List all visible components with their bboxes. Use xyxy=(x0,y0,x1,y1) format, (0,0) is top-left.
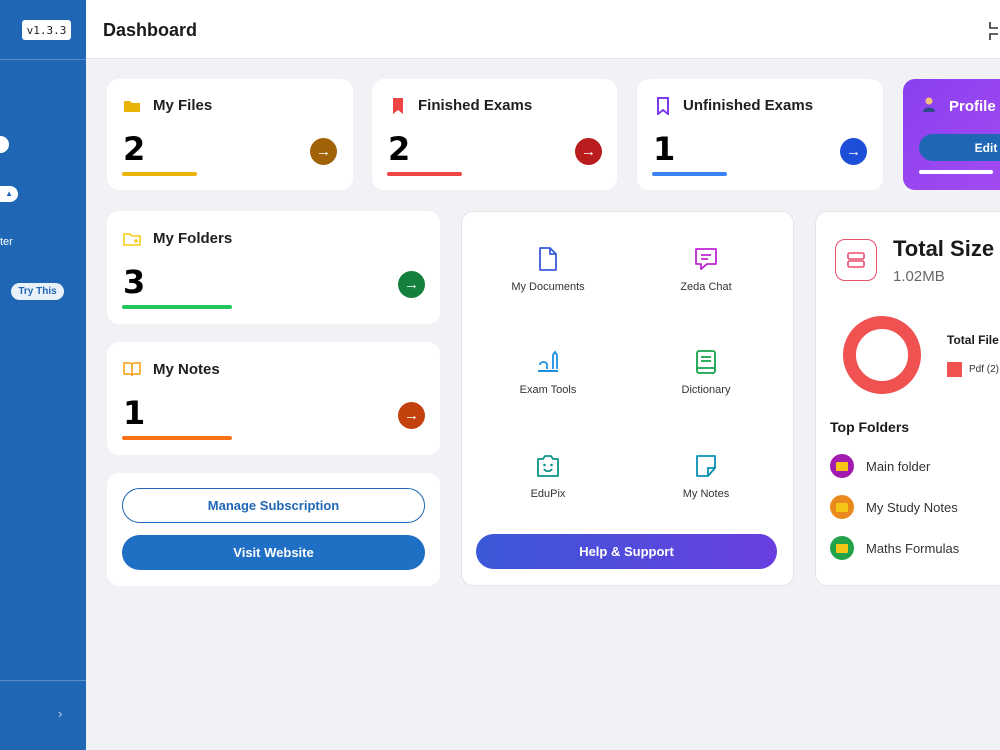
visit-website-button[interactable]: Visit Website xyxy=(122,535,425,570)
sidebar-item-label[interactable]: ter xyxy=(0,236,13,248)
profile-title: Profile xyxy=(949,98,996,115)
card-title: My Folders xyxy=(153,230,233,247)
person-icon xyxy=(921,96,937,116)
top-folders-title: Top Folders xyxy=(830,419,910,435)
sidebar-pill-button[interactable]: ▲ xyxy=(0,186,18,202)
legend-swatch xyxy=(947,362,962,377)
tool-zeda-chat[interactable]: Zeda Chat xyxy=(646,246,766,293)
manage-subscription-button[interactable]: Manage Subscription xyxy=(122,488,425,523)
help-support-button[interactable]: Help & Support xyxy=(476,534,777,569)
tool-label: EduPix xyxy=(530,488,566,500)
my-folders-card[interactable]: My Folders 3 → xyxy=(107,211,440,324)
finished-exams-card[interactable]: Finished Exams 2 → xyxy=(372,79,617,190)
folder-name: Maths Formulas xyxy=(866,540,960,556)
sidebar-divider xyxy=(0,680,86,681)
folder-name: Main folder xyxy=(866,458,931,474)
note-icon xyxy=(696,455,716,477)
total-size-title: Total Size xyxy=(893,236,995,261)
header: Dashboard xyxy=(86,0,1000,59)
card-value: 1 xyxy=(123,394,146,432)
arrow-right-icon[interactable]: → xyxy=(575,138,602,165)
page-title: Dashboard xyxy=(103,20,198,40)
document-icon xyxy=(539,247,557,271)
folder-row[interactable]: Maths Formulas xyxy=(830,536,959,560)
card-underline xyxy=(122,305,232,309)
card-title: Unfinished Exams xyxy=(683,97,814,114)
arrow-right-icon[interactable]: → xyxy=(840,138,867,165)
tool-my-documents[interactable]: My Documents xyxy=(488,246,608,293)
try-this-badge[interactable]: Try This xyxy=(11,283,64,300)
sidebar-divider xyxy=(0,59,86,60)
folder-icon xyxy=(830,495,854,519)
card-underline xyxy=(919,170,993,174)
storage-icon xyxy=(835,239,877,281)
folder-plus-icon xyxy=(123,233,141,246)
tool-my-notes[interactable]: My Notes xyxy=(646,453,766,500)
version-badge: v1.3.3 xyxy=(22,20,71,40)
arrow-right-icon[interactable]: → xyxy=(398,271,425,298)
card-underline xyxy=(122,172,197,176)
tool-label: My Documents xyxy=(511,281,585,293)
card-underline xyxy=(652,172,727,176)
card-value: 3 xyxy=(123,263,146,301)
tool-label: Exam Tools xyxy=(519,384,577,396)
card-value: 2 xyxy=(388,130,411,168)
sidebar-toggle[interactable] xyxy=(0,136,9,153)
profile-card[interactable]: Profile Edit xyxy=(903,79,1000,190)
storage-donut-chart xyxy=(843,316,921,394)
unfinished-exams-card[interactable]: Unfinished Exams 1 → xyxy=(637,79,883,190)
card-title: My Files xyxy=(153,97,213,114)
book-open-icon xyxy=(123,362,141,377)
total-size-value: 1.02MB xyxy=(893,268,945,285)
folder-row[interactable]: Main folder xyxy=(830,454,930,478)
card-title: My Notes xyxy=(153,361,220,378)
card-value: 1 xyxy=(653,130,676,168)
legend-label: Pdf (2) xyxy=(969,364,1000,375)
tool-label: Dictionary xyxy=(681,384,731,396)
arrow-right-icon[interactable]: → xyxy=(310,138,337,165)
folder-row[interactable]: My Study Notes xyxy=(830,495,958,519)
folder-name: My Study Notes xyxy=(866,499,958,515)
bookmark-icon xyxy=(393,98,403,114)
tool-label: My Notes xyxy=(682,488,730,500)
tool-edupix[interactable]: EduPix xyxy=(488,453,608,500)
card-underline xyxy=(122,436,232,440)
chat-icon xyxy=(695,248,717,270)
folder-icon xyxy=(124,101,140,112)
folder-icon xyxy=(830,536,854,560)
my-files-card[interactable]: My Files 2 → xyxy=(107,79,353,190)
my-notes-card[interactable]: My Notes 1 → xyxy=(107,342,440,455)
arrow-right-icon[interactable]: → xyxy=(398,402,425,429)
tool-exam-tools[interactable]: Exam Tools xyxy=(488,349,608,396)
dictionary-icon xyxy=(696,350,716,374)
card-underline xyxy=(387,172,462,176)
tool-dictionary[interactable]: Dictionary xyxy=(646,349,766,396)
folder-icon xyxy=(830,454,854,478)
total-files-label: Total File xyxy=(947,333,999,347)
card-value: 2 xyxy=(123,130,146,168)
card-title: Finished Exams xyxy=(418,97,533,114)
chevron-right-icon[interactable]: › xyxy=(58,706,62,721)
bookmark-outline-icon xyxy=(657,97,669,115)
edupix-icon xyxy=(537,455,559,477)
exam-tools-icon xyxy=(538,350,558,372)
edit-profile-button[interactable]: Edit xyxy=(919,134,1000,161)
tool-label: Zeda Chat xyxy=(680,281,732,293)
collapse-icon[interactable] xyxy=(986,22,998,40)
sidebar: v1.3.3 ▲ ter Try This › xyxy=(0,0,86,750)
